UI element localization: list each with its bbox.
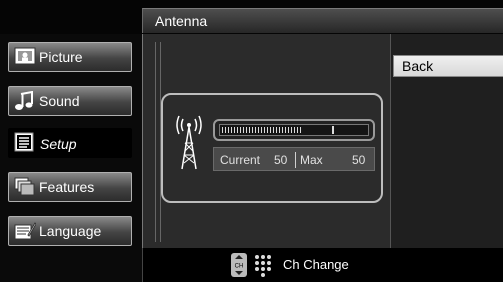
title-tab: Antenna bbox=[142, 8, 503, 33]
picture-icon bbox=[14, 47, 36, 65]
menu-item-picture[interactable]: Picture bbox=[8, 42, 132, 72]
number-keypad-icon bbox=[255, 255, 271, 277]
header-bar: Antenna bbox=[0, 0, 503, 34]
menu-item-language[interactable]: Language bbox=[8, 216, 132, 246]
readout-separator bbox=[295, 152, 296, 168]
menu-item-sound[interactable]: Sound bbox=[8, 86, 132, 116]
hint-text: Ch Change bbox=[283, 257, 349, 272]
back-button[interactable]: Back bbox=[393, 55, 503, 77]
signal-max-marker bbox=[332, 126, 334, 134]
sound-icon bbox=[15, 91, 33, 110]
max-label: Max bbox=[300, 153, 323, 167]
action-panel: Back bbox=[390, 34, 503, 248]
current-value: 50 bbox=[274, 153, 288, 167]
signal-strength-box: Current 50 Max 50 bbox=[161, 93, 383, 203]
menu-item-features[interactable]: Features bbox=[8, 172, 132, 202]
menu-item-label: Features bbox=[39, 179, 95, 195]
menu-item-label: Sound bbox=[39, 93, 80, 109]
antenna-tower-icon bbox=[176, 115, 202, 170]
signal-readout: Current 50 Max 50 bbox=[213, 147, 375, 171]
menu-item-setup[interactable]: Setup bbox=[8, 128, 132, 158]
signal-meter bbox=[213, 119, 375, 141]
language-icon bbox=[14, 222, 36, 240]
current-label: Current bbox=[220, 153, 261, 167]
signal-meter-track bbox=[219, 124, 369, 136]
menu-item-label: Picture bbox=[39, 49, 83, 65]
antenna-panel: Current 50 Max 50 bbox=[142, 34, 391, 248]
menu-item-label: Setup bbox=[40, 136, 77, 152]
max-value: 50 bbox=[352, 153, 366, 167]
features-icon bbox=[14, 177, 35, 196]
setup-icon bbox=[14, 132, 34, 152]
page-title: Antenna bbox=[155, 13, 208, 29]
hint-bar: CH Ch Change bbox=[142, 248, 503, 282]
signal-meter-fill bbox=[222, 127, 303, 133]
channel-updown-icon: CH bbox=[231, 253, 247, 277]
svg-text:CH: CH bbox=[235, 264, 244, 270]
back-button-label: Back bbox=[402, 58, 434, 74]
sidebar-menu: Picture Sound Setup Features Language bbox=[0, 34, 142, 282]
menu-item-label: Language bbox=[39, 223, 102, 239]
